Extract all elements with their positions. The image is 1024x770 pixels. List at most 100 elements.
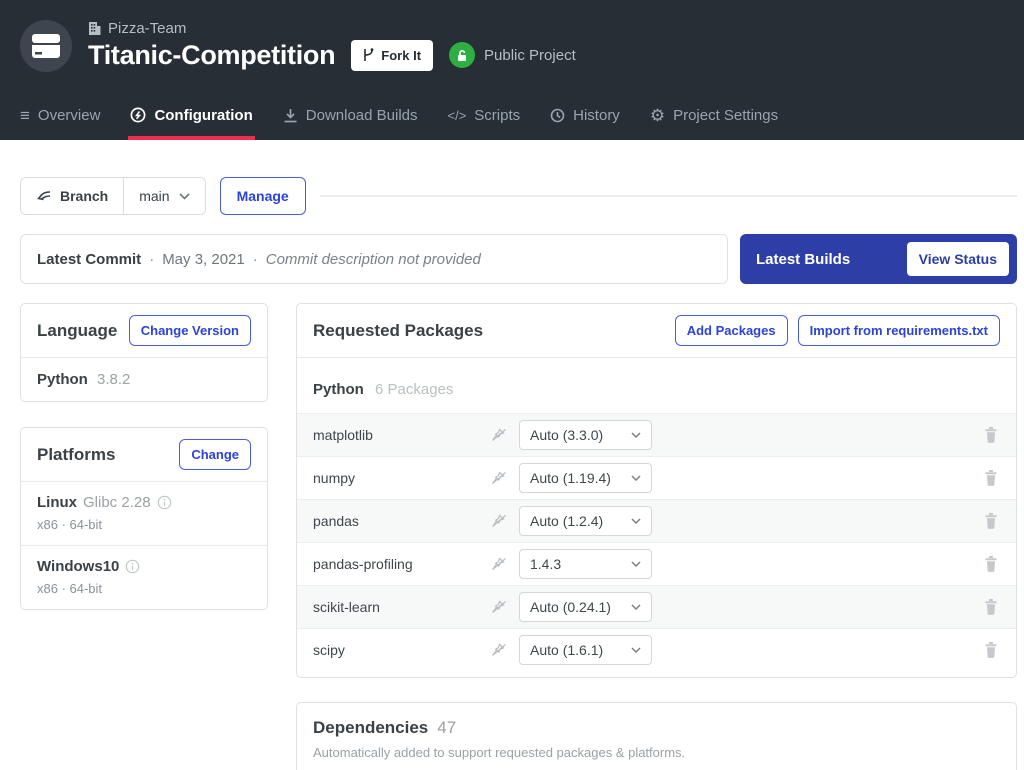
primary-nav: ≡ Overview Configuration Download Builds… xyxy=(0,90,1024,140)
package-name: scikit-learn xyxy=(313,599,485,615)
commit-description: Commit description not provided xyxy=(266,251,481,268)
platform-arch: x86 · 64-bit xyxy=(37,517,251,532)
branch-value: main xyxy=(139,188,169,204)
dependencies-count: 47 xyxy=(437,718,456,738)
visibility-label: Public Project xyxy=(484,47,576,64)
latest-commit-label: Latest Commit xyxy=(37,251,141,268)
version-select[interactable]: Auto (1.6.1) xyxy=(519,635,652,665)
version-value: Auto (0.24.1) xyxy=(530,599,611,615)
version-value: Auto (1.2.4) xyxy=(530,513,603,529)
latest-builds-label: Latest Builds xyxy=(756,251,850,268)
app-header: Pizza-Team Titanic-Competition Fork It xyxy=(0,0,1024,90)
latest-builds-bar: Latest Builds View Status xyxy=(740,234,1017,284)
language-name: Python xyxy=(37,371,88,388)
import-requirements-button[interactable]: Import from requirements.txt xyxy=(798,315,1000,346)
pin-disabled-icon[interactable] xyxy=(485,427,513,443)
menu-icon: ≡ xyxy=(20,107,30,124)
change-platforms-button[interactable]: Change xyxy=(179,439,251,470)
version-value: Auto (3.3.0) xyxy=(530,427,603,443)
branch-select[interactable]: main xyxy=(123,178,204,214)
pin-disabled-icon[interactable] xyxy=(485,556,513,572)
project-card-icon xyxy=(31,33,61,59)
trash-icon xyxy=(984,513,998,529)
package-name: pandas-profiling xyxy=(313,556,485,572)
version-value: Auto (1.19.4) xyxy=(530,470,611,486)
view-status-button[interactable]: View Status xyxy=(907,242,1009,276)
platforms-card-title: Platforms xyxy=(37,445,115,465)
chevron-down-icon xyxy=(631,647,641,653)
tab-download-builds[interactable]: Download Builds xyxy=(283,90,418,140)
visibility-badge: Public Project xyxy=(449,42,576,68)
platform-detail: Glibc 2.28 xyxy=(83,494,151,511)
chevron-down-icon xyxy=(631,518,641,524)
configuration-icon xyxy=(130,107,146,123)
tab-history-label: History xyxy=(573,107,620,124)
change-version-button[interactable]: Change Version xyxy=(129,315,251,346)
tab-scripts-label: Scripts xyxy=(474,107,520,124)
trash-icon xyxy=(984,470,998,486)
main-content: Branch main Manage Latest Commit · May 3… xyxy=(0,140,1024,770)
chevron-down-icon xyxy=(631,475,641,481)
package-name: scipy xyxy=(313,642,485,658)
chevron-down-icon xyxy=(631,561,641,567)
chevron-down-icon xyxy=(631,432,641,438)
package-rows: matplotlib Auto (3.3.0) xyxy=(297,413,1016,677)
chevron-down-icon xyxy=(631,604,641,610)
requested-packages-card: Requested Packages Add Packages Import f… xyxy=(296,303,1017,678)
add-packages-button[interactable]: Add Packages xyxy=(675,315,788,346)
package-group-name: Python xyxy=(313,381,364,398)
branch-button[interactable]: Branch xyxy=(21,178,123,214)
delete-package-button[interactable] xyxy=(982,425,1000,445)
language-version: 3.8.2 xyxy=(97,371,130,388)
package-row: numpy Auto (1.19.4) xyxy=(297,456,1016,499)
package-name: pandas xyxy=(313,513,485,529)
delete-package-button[interactable] xyxy=(982,511,1000,531)
tab-overview-label: Overview xyxy=(38,107,101,124)
tab-history[interactable]: History xyxy=(550,90,620,140)
code-icon: </> xyxy=(448,109,467,122)
pin-disabled-icon[interactable] xyxy=(485,642,513,658)
pin-disabled-icon[interactable] xyxy=(485,513,513,529)
pin-disabled-icon[interactable] xyxy=(485,470,513,486)
delete-package-button[interactable] xyxy=(982,554,1000,574)
trash-icon xyxy=(984,599,998,615)
version-select[interactable]: Auto (1.19.4) xyxy=(519,463,652,493)
delete-package-button[interactable] xyxy=(982,597,1000,617)
version-select[interactable]: 1.4.3 xyxy=(519,549,652,579)
version-select[interactable]: Auto (3.3.0) xyxy=(519,420,652,450)
page-title: Titanic-Competition xyxy=(88,40,335,71)
delete-package-button[interactable] xyxy=(982,640,1000,660)
tab-scripts[interactable]: </> Scripts xyxy=(448,90,521,140)
info-icon[interactable] xyxy=(157,495,172,510)
dependencies-card: Dependencies 47 Automatically added to s… xyxy=(296,702,1017,770)
fork-button[interactable]: Fork It xyxy=(351,40,433,71)
trash-icon xyxy=(984,427,998,443)
divider-rule xyxy=(320,195,1017,197)
package-name: numpy xyxy=(313,470,485,486)
manage-button[interactable]: Manage xyxy=(220,177,306,215)
fork-button-label: Fork It xyxy=(381,48,421,63)
package-group-count: 6 Packages xyxy=(375,381,453,398)
team-name[interactable]: Pizza-Team xyxy=(108,20,186,37)
history-icon xyxy=(550,108,565,123)
platform-name: Linux xyxy=(37,494,77,511)
pin-disabled-icon[interactable] xyxy=(485,599,513,615)
tab-overview[interactable]: ≡ Overview xyxy=(20,90,100,140)
commit-date: May 3, 2021 xyxy=(162,251,245,268)
package-group-header: Python 6 Packages xyxy=(297,358,1016,413)
dependencies-title: Dependencies xyxy=(313,718,428,738)
version-value: Auto (1.6.1) xyxy=(530,642,603,658)
tab-configuration[interactable]: Configuration xyxy=(130,90,252,140)
tab-project-settings[interactable]: ⚙ Project Settings xyxy=(650,90,778,140)
language-row: Python 3.8.2 xyxy=(21,358,267,401)
delete-package-button[interactable] xyxy=(982,468,1000,488)
version-select[interactable]: Auto (0.24.1) xyxy=(519,592,652,622)
chevron-down-icon xyxy=(179,193,190,200)
trash-icon xyxy=(984,642,998,658)
unlock-icon xyxy=(449,42,475,68)
package-row: pandas Auto (1.2.4) xyxy=(297,499,1016,542)
version-value: 1.4.3 xyxy=(530,556,561,572)
version-select[interactable]: Auto (1.2.4) xyxy=(519,506,652,536)
branch-icon xyxy=(36,190,51,202)
info-icon[interactable] xyxy=(125,559,140,574)
